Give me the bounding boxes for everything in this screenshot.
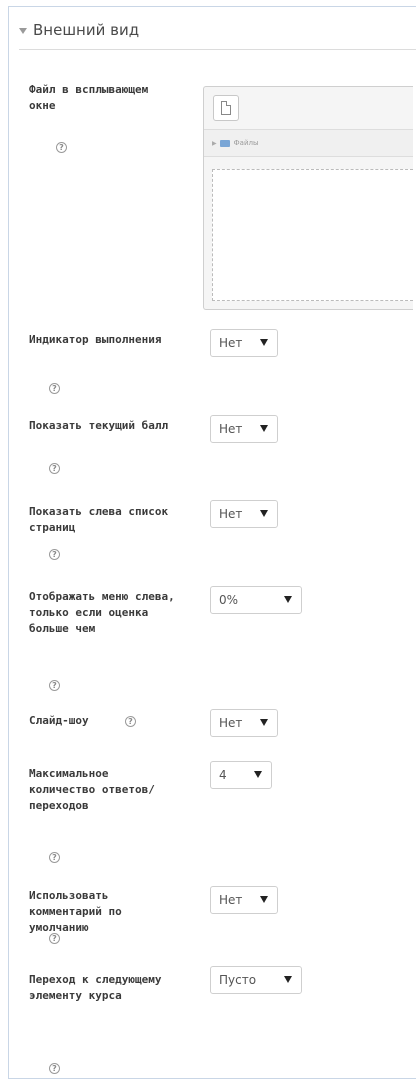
current-score-select[interactable]: Нет [210, 415, 278, 443]
help-icon[interactable]: ? [49, 383, 60, 394]
file-icon [221, 101, 231, 115]
min-grade-select[interactable]: 0% [210, 586, 302, 614]
expand-arrow-icon[interactable]: ▶ [212, 140, 217, 147]
next-activity-select[interactable]: Пусто [210, 966, 302, 994]
file-drop-area[interactable] [212, 169, 413, 301]
default-feedback-select[interactable]: Нет [210, 886, 278, 914]
help-icon[interactable]: ? [49, 463, 60, 474]
dropdown-arrow-icon [254, 771, 262, 778]
progress-select[interactable]: Нет [210, 329, 278, 357]
legend-divider [19, 49, 416, 50]
field-label-next-activity: Переход к следующему элементу курса [29, 973, 162, 1002]
help-icon[interactable]: ? [49, 549, 60, 560]
filepicker: ▶ Файлы [203, 86, 413, 310]
left-menu-select[interactable]: Нет [210, 500, 278, 528]
field-label-progress: Индикатор выполнения [29, 333, 162, 346]
help-icon[interactable]: ? [49, 933, 60, 944]
collapse-triangle-icon[interactable] [19, 28, 27, 34]
dropdown-arrow-icon [260, 425, 268, 432]
dropdown-arrow-icon [260, 719, 268, 726]
help-icon[interactable]: ? [125, 716, 136, 727]
slideshow-select[interactable]: Нет [210, 709, 278, 737]
field-label-min-grade: Отображать меню слева, только если оценк… [29, 590, 175, 635]
dropdown-arrow-icon [284, 596, 292, 603]
field-label-current-score: Показать текущий балл [29, 419, 169, 432]
help-icon[interactable]: ? [56, 142, 67, 153]
help-icon[interactable]: ? [49, 680, 60, 691]
dropdown-arrow-icon [260, 339, 268, 346]
help-icon[interactable]: ? [49, 852, 60, 863]
dropdown-arrow-icon [260, 896, 268, 903]
field-label-left-menu: Показать слева список страниц [29, 505, 169, 534]
filepicker-path: ▶ Файлы [204, 129, 413, 157]
section-title: Внешний вид [33, 21, 140, 39]
folder-icon [219, 139, 230, 147]
field-label-slideshow: Слайд-шоу [29, 714, 89, 727]
max-answers-select[interactable]: 4 [210, 761, 272, 789]
help-icon[interactable]: ? [49, 1063, 60, 1074]
add-file-button[interactable] [213, 95, 239, 121]
path-label[interactable]: Файлы [234, 139, 259, 147]
dropdown-arrow-icon [260, 510, 268, 517]
field-label-popup-file: Файл в всплывающем окне [29, 83, 149, 112]
section-legend[interactable]: Внешний вид [19, 17, 139, 43]
field-label-max-answers: Максимальное количество ответов/переходо… [29, 767, 155, 812]
dropdown-arrow-icon [284, 976, 292, 983]
field-label-default-feedback: Использовать комментарий по умолчанию [29, 889, 122, 934]
